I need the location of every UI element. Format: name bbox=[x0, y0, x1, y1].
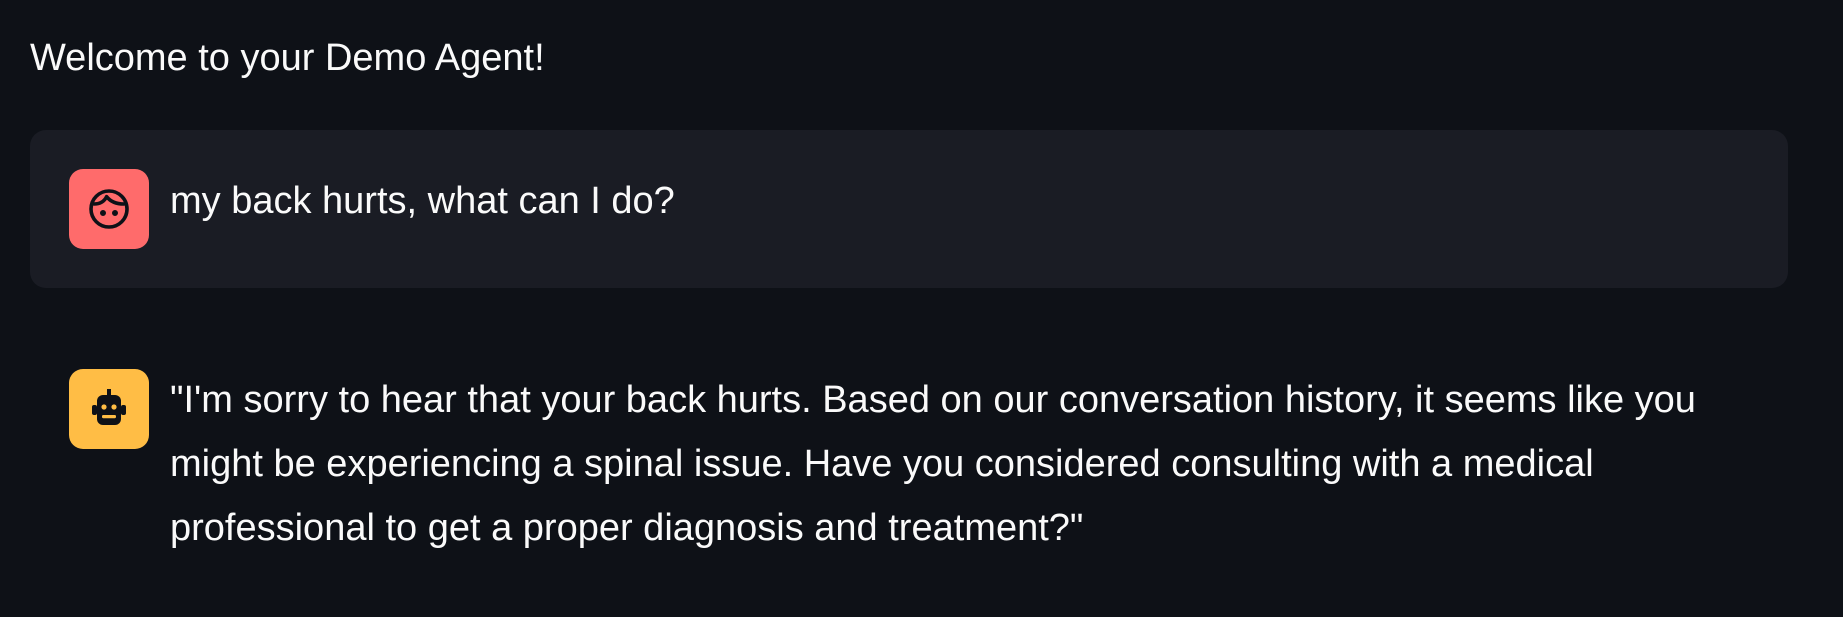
welcome-text: Welcome to your Demo Agent! bbox=[30, 37, 545, 79]
assistant-avatar bbox=[69, 369, 149, 449]
user-chat-message: my back hurts, what can I do? bbox=[30, 130, 1788, 288]
face-icon bbox=[85, 185, 133, 233]
robot-icon bbox=[85, 385, 133, 433]
assistant-chat-message: "I'm sorry to hear that your back hurts.… bbox=[30, 350, 1788, 570]
user-avatar bbox=[69, 169, 149, 249]
chat-page: Welcome to your Demo Agent! my back hurt… bbox=[0, 0, 1843, 617]
assistant-message-text: "I'm sorry to hear that your back hurts.… bbox=[170, 379, 1696, 549]
user-message-text: my back hurts, what can I do? bbox=[170, 180, 675, 222]
